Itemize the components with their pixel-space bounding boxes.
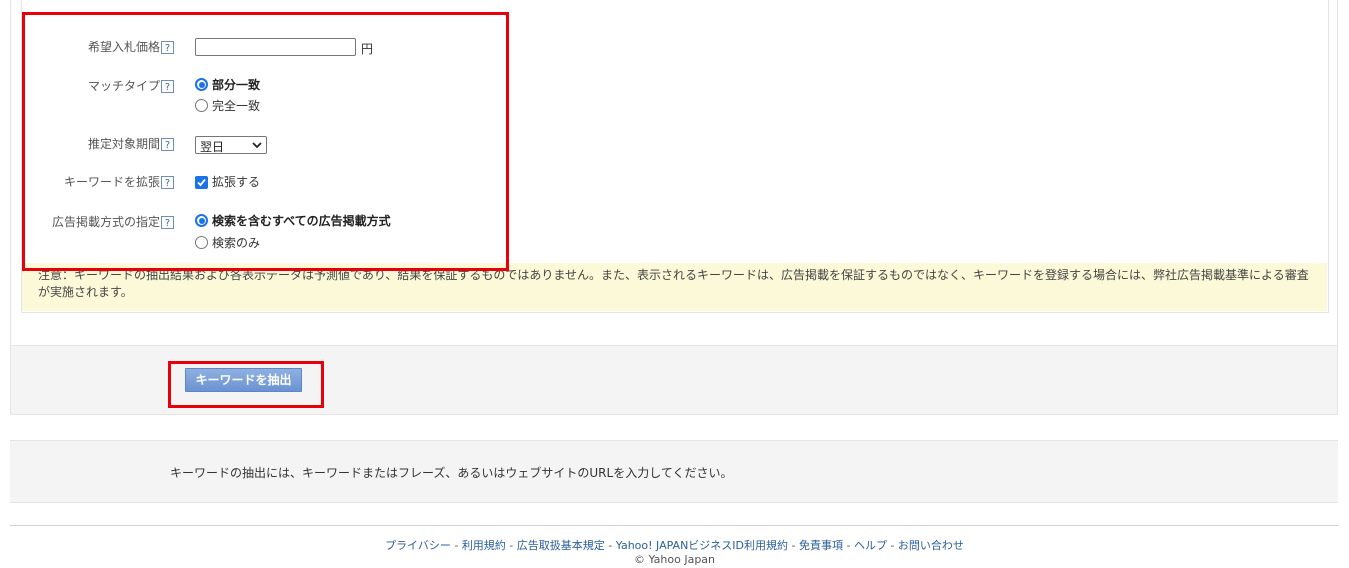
footer-link-privacy[interactable]: プライバシー — [385, 539, 451, 552]
footer-link-contact[interactable]: お問い合わせ — [898, 539, 964, 552]
footer-link-help[interactable]: ヘルプ — [854, 539, 887, 552]
period-help-icon[interactable]: ? — [161, 138, 174, 151]
copyright: © Yahoo Japan — [633, 553, 716, 566]
bid-price-input[interactable] — [195, 38, 356, 56]
footer-separator: - — [788, 539, 799, 552]
extract-keywords-button[interactable]: キーワードを抽出 — [185, 368, 302, 392]
match-type-partial-radio[interactable] — [195, 78, 208, 91]
bid-price-label: 希望入札価格 — [87, 40, 160, 54]
ad-method-all-label: 検索を含むすべての広告掲載方式 — [212, 214, 391, 228]
match-type-exact-radio[interactable] — [195, 99, 208, 112]
match-type-exact-label: 完全一致 — [212, 99, 261, 113]
footer-separator: - — [842, 539, 854, 552]
footer-link-disclaimer[interactable]: 免責事項 — [799, 539, 843, 552]
ad-method-all-radio[interactable] — [195, 214, 208, 227]
footer-separator: - — [505, 539, 517, 552]
keyword-tool-page: 希望入札価格 ? 円 マッチタイプ ? 部分一致 完全一致 推定対象期間 ? 翌… — [0, 0, 1349, 568]
ad-method-label: 広告掲載方式の指定 — [51, 215, 160, 229]
match-type-help-icon[interactable]: ? — [161, 80, 174, 93]
footer-link-business-id-terms[interactable]: Yahoo! JAPANビジネスID利用規約 — [616, 539, 788, 552]
ad-method-search-radio[interactable] — [195, 236, 208, 249]
match-type-label: マッチタイプ — [87, 79, 160, 93]
footer-links: プライバシー - 利用規約 - 広告取扱基本規定 - Yahoo! JAPANビ… — [0, 537, 1349, 553]
expand-label: キーワードを拡張 — [63, 175, 160, 189]
expand-checkbox-label: 拡張する — [212, 175, 261, 189]
footer-separator: - — [450, 539, 462, 552]
period-label: 推定対象期間 — [87, 137, 160, 151]
match-type-partial-label: 部分一致 — [212, 78, 261, 92]
ad-method-search-label: 検索のみ — [212, 236, 261, 250]
ad-method-help-icon[interactable]: ? — [161, 216, 174, 229]
checkmark-icon — [197, 178, 206, 187]
period-select[interactable]: 翌日 — [195, 136, 267, 154]
footer-separator: - — [604, 539, 616, 552]
expand-help-icon[interactable]: ? — [161, 176, 174, 189]
footer-divider — [10, 525, 1338, 526]
footer-separator: - — [886, 539, 898, 552]
info-message: キーワードの抽出には、キーワードまたはフレーズ、あるいはウェブサイトのURLを入… — [170, 466, 733, 480]
bid-price-help-icon[interactable]: ? — [161, 41, 174, 54]
footer-link-terms[interactable]: 利用規約 — [462, 539, 506, 552]
period-select-value: 翌日 — [200, 140, 225, 154]
chevron-down-icon — [252, 142, 262, 149]
bid-price-unit: 円 — [361, 42, 374, 56]
disclaimer-notice: 注意：キーワードの抽出結果および各表示データは予測値であり、結果を保証するもので… — [22, 263, 1327, 311]
expand-checkbox[interactable] — [195, 176, 208, 189]
footer-link-ad-policy[interactable]: 広告取扱基本規定 — [517, 539, 605, 552]
